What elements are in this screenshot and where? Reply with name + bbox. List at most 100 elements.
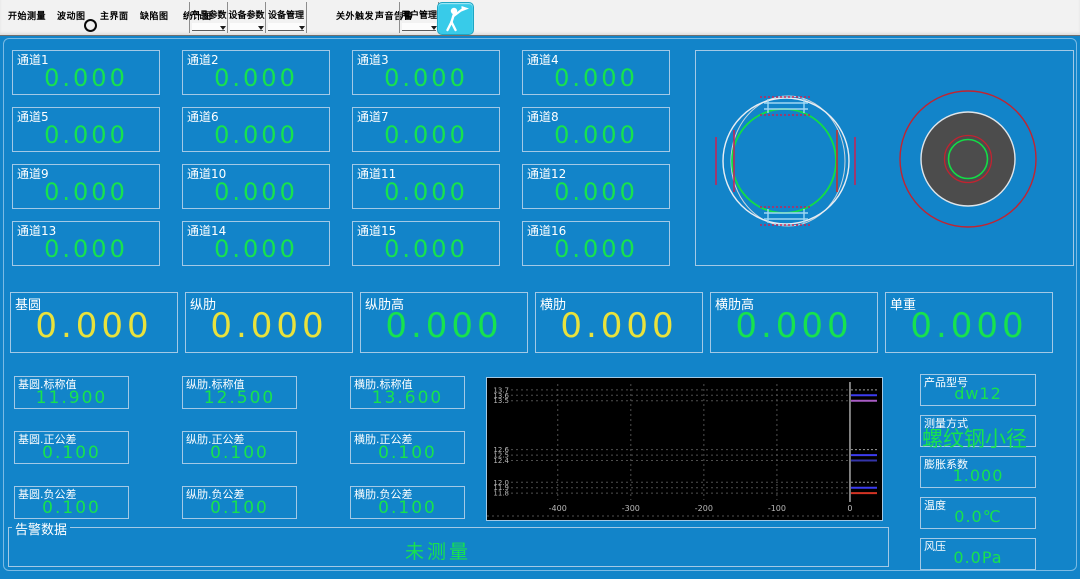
product-field: 膨胀系数 1.000 [920,456,1036,488]
device-params-dropdown[interactable]: 设备参数 [228,2,266,33]
device-manage-dropdown[interactable]: 设备管理 [266,2,307,33]
channel-display: 通道2 0.000 [182,50,330,95]
measurement-display: 基圆 0.000 [10,292,178,353]
toolbar-item-start-measure[interactable]: 开始测量 [8,9,46,22]
channel-display: 通道14 0.000 [182,221,330,266]
param-value: 0.100 [183,443,296,463]
parameter-dropdown-group: 产品参数 设备参数 设备管理 [189,2,307,33]
param-value: 0.100 [351,498,464,518]
channel-display: 通道3 0.000 [352,50,500,95]
channel-display: 通道13 0.000 [12,221,160,266]
channel-value: 0.000 [523,64,669,92]
channel-value: 0.000 [353,178,499,206]
param-value: 13.600 [351,388,464,408]
product-field: 产品型号 dw12 [920,374,1036,406]
chevron-down-icon [258,26,264,30]
measurement-display: 横肋 0.000 [535,292,703,353]
x-tick-label: -400 [549,504,567,513]
param-value: 0.100 [351,443,464,463]
channel-value: 0.000 [353,235,499,263]
y-tick-label: 11.8 [493,490,509,498]
channel-display: 通道6 0.000 [182,107,330,152]
chevron-down-icon [299,26,305,30]
toolbar-item-defect-chart[interactable]: 缺陷图 [140,9,169,22]
product-params-dropdown[interactable]: 产品参数 [189,2,228,33]
param-value: 0.100 [15,443,128,463]
measurement-value: 0.000 [186,306,352,346]
chevron-down-icon [220,26,226,30]
measurement-value: 0.000 [536,306,702,346]
channel-display: 通道10 0.000 [182,164,330,209]
channel-value: 0.000 [523,178,669,206]
product-field: 温度 0.0℃ [920,497,1036,529]
x-tick-label: -200 [695,504,713,513]
param-display: 纵肋.负公差 0.100 [182,486,297,519]
x-tick-label: -100 [768,504,786,513]
channel-display: 通道15 0.000 [352,221,500,266]
product-field: 风压 0.0Pa [920,538,1036,570]
product-field-value: 0.0℃ [921,507,1035,526]
measurement-display: 横肋高 0.000 [710,292,878,353]
channel-value: 0.000 [523,235,669,263]
channel-display: 通道12 0.000 [522,164,670,209]
param-value: 0.100 [183,498,296,518]
person-with-flag-icon[interactable] [437,2,474,35]
cross-section-diagrams [696,51,1073,265]
channel-value: 0.000 [183,178,329,206]
channel-display: 通道16 0.000 [522,221,670,266]
channel-display: 通道8 0.000 [522,107,670,152]
toolbar-item-external-trigger[interactable]: 关外触发 [336,9,374,22]
trend-chart-svg: -400-300-200-100013.713.613.512.612.512.… [487,378,880,518]
param-display: 纵肋.标称值 12.500 [182,376,297,409]
alarm-data-label: 告警数据 [12,519,70,538]
measurement-display: 纵肋 0.000 [185,292,353,353]
toolbar-item-wave-chart[interactable]: 波动图 [57,9,86,22]
x-tick-label: 0 [847,504,852,513]
measurement-display: 单重 0.000 [885,292,1053,353]
channel-value: 0.000 [13,235,159,263]
param-value: 12.500 [183,388,296,408]
channel-display: 通道9 0.000 [12,164,160,209]
product-field: 测量方式 螺纹钢小径 [920,415,1036,447]
channel-display: 通道7 0.000 [352,107,500,152]
measurement-value: 0.000 [11,306,177,346]
param-display: 横肋.负公差 0.100 [350,486,465,519]
device-manage-label: 设备管理 [266,8,306,21]
channel-value: 0.000 [183,121,329,149]
scope-panel [695,50,1074,266]
param-display: 横肋.正公差 0.100 [350,431,465,464]
param-display: 纵肋.正公差 0.100 [182,431,297,464]
channel-value: 0.000 [353,64,499,92]
tolerance-params-grid: 基圆.标称值 11.900 纵肋.标称值 12.500 横肋.标称值 13.60… [14,376,465,519]
x-tick-label: -300 [622,504,640,513]
param-display: 横肋.标称值 13.600 [350,376,465,409]
param-display: 基圆.标称值 11.900 [14,376,129,409]
measurement-display: 纵肋高 0.000 [360,292,528,353]
measurement-value: 0.000 [886,306,1052,346]
active-page-indicator-ring [84,19,97,32]
toolbar-item-main-screen[interactable]: 主界面 [100,9,129,22]
param-value: 11.900 [15,388,128,408]
measurement-value: 0.000 [361,306,527,346]
channel-value: 0.000 [183,235,329,263]
param-value: 0.100 [15,498,128,518]
measurements-row: 基圆 0.000 纵肋 0.000 纵肋高 0.000 横肋 0.000 横肋高… [10,292,1053,353]
channel-value: 0.000 [13,121,159,149]
device-params-label: 设备参数 [228,8,265,21]
channel-value: 0.000 [183,64,329,92]
rebar-concentric-circles [900,91,1036,227]
y-tick-label: 12.4 [493,457,509,465]
param-display: 基圆.负公差 0.100 [14,486,129,519]
channels-grid: 通道1 0.000 通道2 0.000 通道3 0.000 通道4 0.000 … [12,50,670,266]
product-field-value: 螺纹钢小径 [914,423,1035,453]
y-tick-label: 13.5 [493,397,509,405]
channel-value: 0.000 [13,178,159,206]
measurement-status: 未测量 [405,537,471,564]
channel-display: 通道5 0.000 [12,107,160,152]
user-manage-dropdown[interactable]: 用户管理 [399,2,439,33]
channel-value: 0.000 [523,121,669,149]
user-manage-label: 用户管理 [400,8,438,21]
channel-display: 通道1 0.000 [12,50,160,95]
product-field-value: 1.000 [921,466,1035,485]
product-params-label: 产品参数 [190,8,227,21]
